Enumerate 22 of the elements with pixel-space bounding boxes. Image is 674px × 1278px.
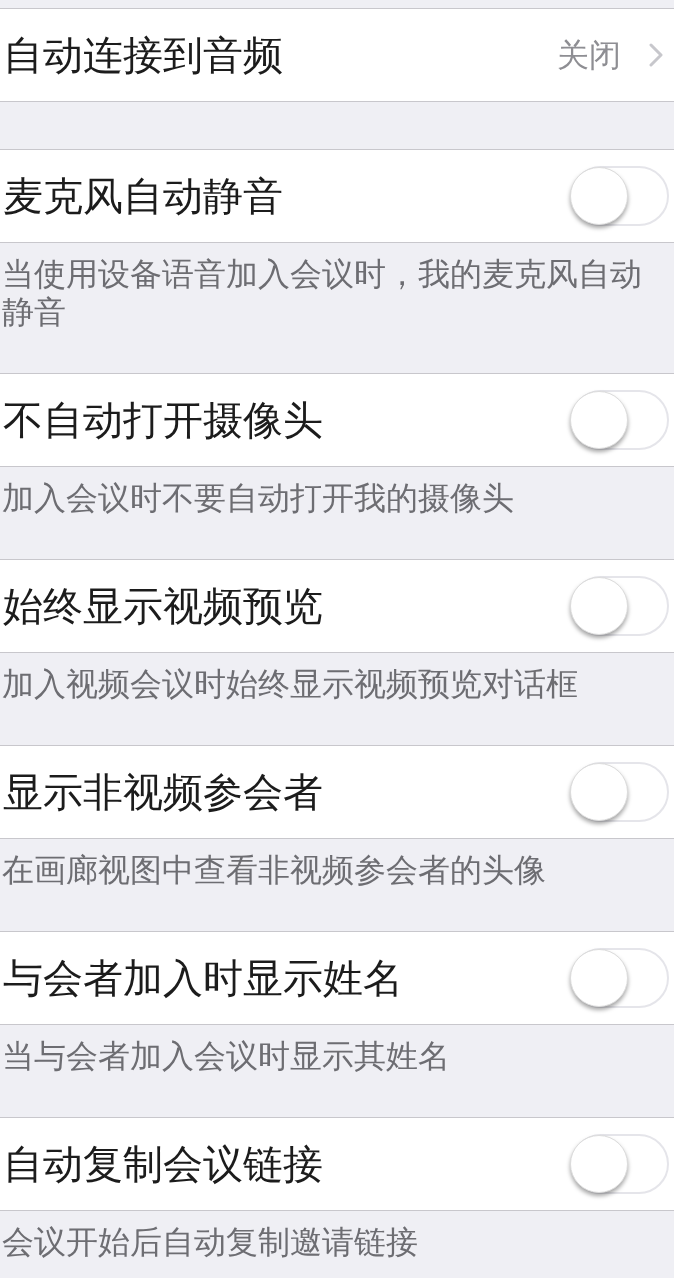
setting-label: 始终显示视频预览: [3, 582, 323, 630]
toggle-switch[interactable]: [571, 576, 669, 636]
toggle-switch[interactable]: [571, 166, 669, 226]
setting-description: 当使用设备语音加入会议时，我的麦克风自动静音: [2, 255, 643, 331]
setting-description: 加入视频会议时始终显示视频预览对话框: [2, 665, 579, 703]
setting-label: 自动复制会议链接: [3, 1140, 323, 1188]
toggle-switch[interactable]: [571, 1134, 669, 1194]
setting-description: 在画廊视图中查看非视频参会者的头像: [2, 851, 547, 889]
setting-label: 不自动打开摄像头: [3, 396, 323, 444]
setting-label: 显示非视频参会者: [3, 768, 323, 816]
setting-label: 麦克风自动静音: [3, 172, 283, 220]
setting-description: 当与会者加入会议时显示其姓名: [2, 1037, 451, 1075]
setting-label: 自动连接到音频: [3, 31, 283, 79]
setting-description: 加入会议时不要自动打开我的摄像头: [2, 479, 515, 517]
toggle-switch[interactable]: [571, 948, 669, 1008]
setting-value: 关闭: [557, 35, 621, 75]
settings-row[interactable]: 自动连接到音频 关闭: [0, 8, 674, 102]
toggle-switch[interactable]: [571, 390, 669, 450]
chevron-right-icon: [649, 43, 663, 67]
setting-label: 与会者加入时显示姓名: [3, 954, 403, 1002]
toggle-switch[interactable]: [571, 762, 669, 822]
setting-description: 会议开始后自动复制邀请链接: [2, 1223, 419, 1261]
